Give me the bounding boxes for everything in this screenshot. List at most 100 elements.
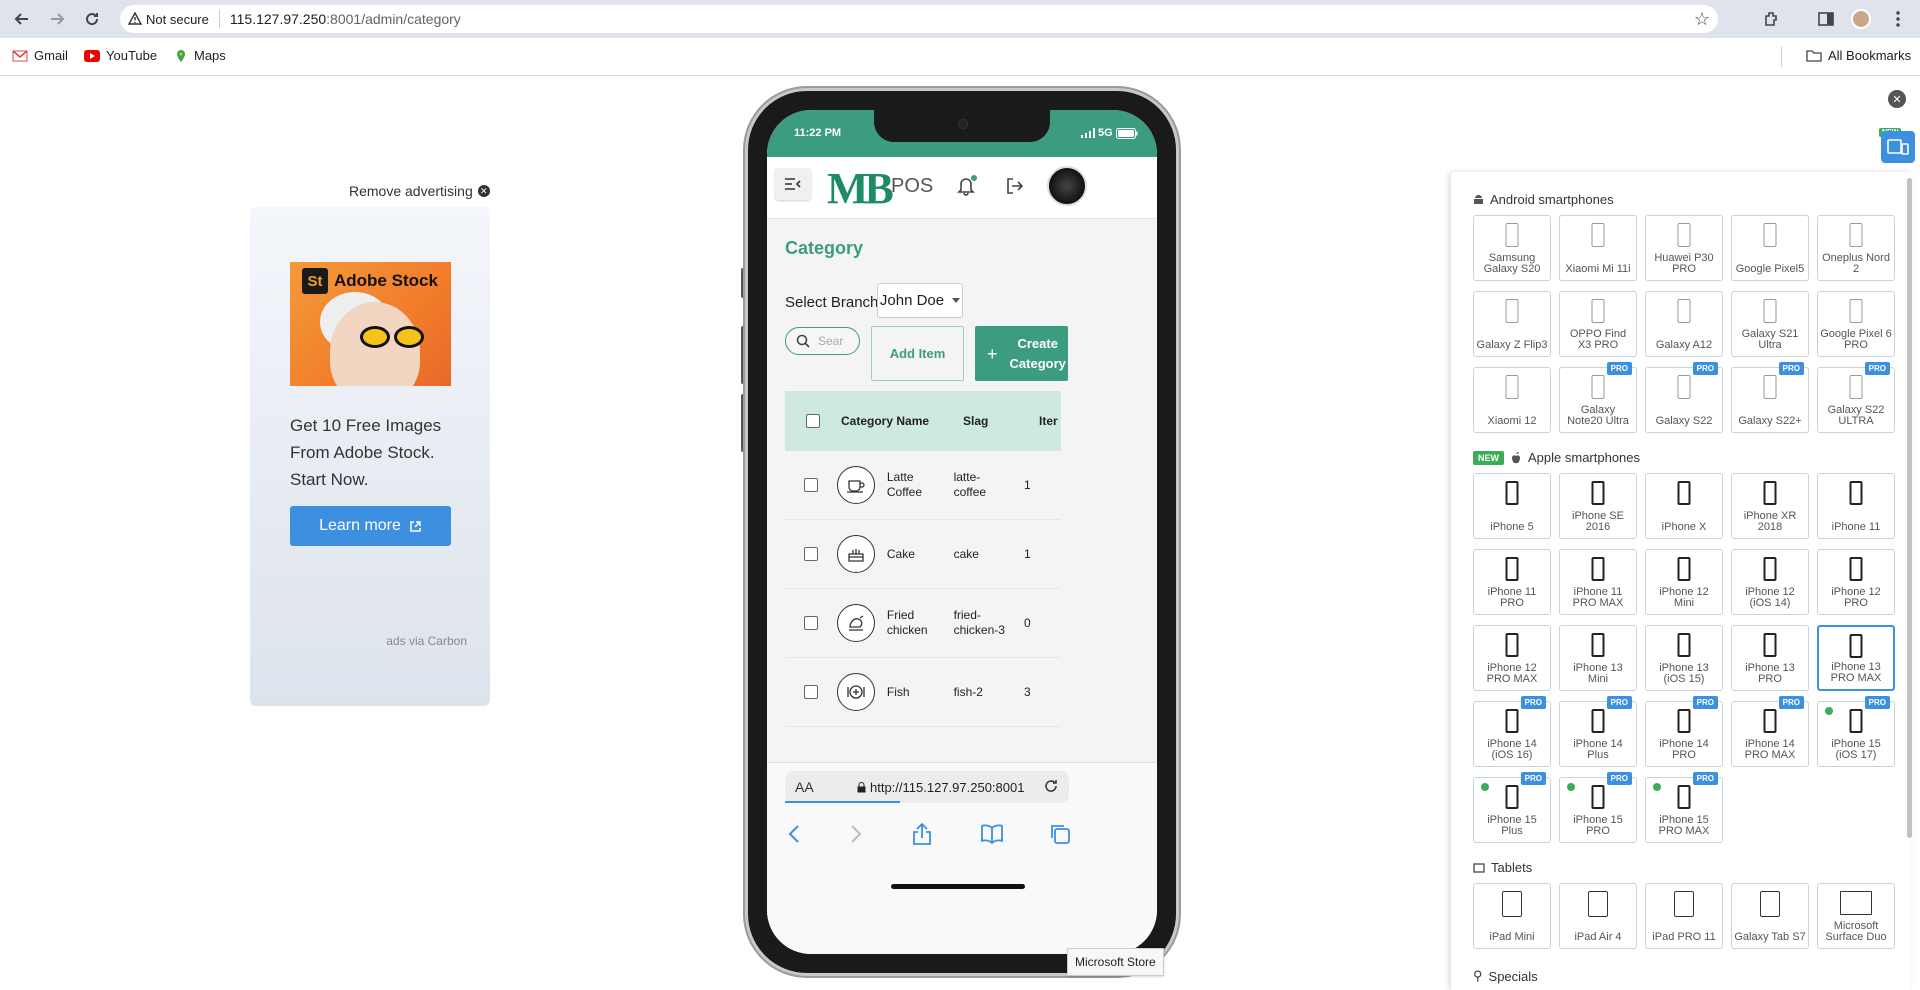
device-option[interactable]: iPhone 11 [1817,473,1895,539]
camera-icon [958,119,968,129]
back-icon[interactable] [781,821,807,847]
device-option[interactable]: Google Pixel5 [1731,215,1809,281]
device-panel-toggle[interactable] [1881,131,1915,163]
back-icon[interactable] [10,7,34,31]
tabs-icon[interactable] [1047,821,1073,847]
row-checkbox[interactable] [803,547,818,561]
device-option[interactable]: iPhone 11 PRO MAX [1559,549,1637,615]
device-option[interactable]: iPhone 5 [1473,473,1551,539]
device-option[interactable]: OPPO Find X3 PRO [1559,291,1637,357]
select-all-checkbox[interactable] [806,414,820,428]
url-text[interactable]: 115.127.97.250:8001/admin/category [230,11,461,27]
device-option[interactable]: Oneplus Nord 2 [1817,215,1895,281]
table-row[interactable]: Fried chicken fried-chicken-3 0 [785,589,1061,658]
device-option[interactable]: Galaxy Tab S7 [1731,883,1809,949]
column-header-name[interactable]: Category Name [841,414,963,428]
device-label: iPhone 13 (iOS 15) [1659,662,1709,685]
device-label: iPad Mini [1489,931,1535,943]
device-option[interactable]: Xiaomi Mi 11i [1559,215,1637,281]
device-option[interactable]: Google Pixel 6 PRO [1817,291,1895,357]
panel-scrollbar[interactable] [1907,178,1912,838]
device-option[interactable]: PRO Galaxy S22+ [1731,362,1809,433]
device-option[interactable]: PRO iPhone 14 PRO [1645,696,1723,767]
device-option[interactable]: Microsoft Surface Duo [1817,883,1895,949]
reader-aa-button[interactable]: AA [795,779,814,795]
device-option[interactable]: PRO iPhone 14 (iOS 16) [1473,696,1551,767]
device-option[interactable]: iPhone 12 PRO [1817,549,1895,615]
forward-icon[interactable] [843,821,869,847]
device-option[interactable]: iPad Air 4 [1559,883,1637,949]
logout-icon[interactable] [1005,176,1025,196]
device-option[interactable]: PRO iPhone 15 (iOS 17) [1817,696,1895,767]
device-option[interactable]: iPhone 13 (iOS 15) [1645,625,1723,691]
reload-icon[interactable] [1043,778,1059,794]
close-panel-icon[interactable]: ✕ [1888,90,1906,108]
device-option[interactable]: Samsung Galaxy S20 [1473,215,1551,281]
row-checkbox[interactable] [803,616,818,630]
device-outline-icon [1591,785,1605,809]
menu-toggle-button[interactable] [775,168,811,200]
device-option[interactable]: iPhone 11 PRO [1473,549,1551,615]
device-option[interactable]: iPhone XR 2018 [1731,473,1809,539]
device-label: iPhone XR 2018 [1743,510,1797,533]
side-panel-icon[interactable] [1815,8,1837,30]
remove-advertising-link[interactable]: Remove advertising ✕ [349,183,490,199]
row-checkbox[interactable] [803,685,818,699]
device-option[interactable]: iPhone SE 2016 [1559,473,1637,539]
device-option[interactable]: PRO iPhone 14 Plus [1559,696,1637,767]
bookmark-maps[interactable]: Maps [174,48,226,63]
table-row[interactable]: Latte Coffee latte-coffee 1 [785,451,1061,520]
learn-more-button[interactable]: Learn more [290,506,451,546]
row-checkbox[interactable] [803,478,818,492]
device-option[interactable]: Huawei P30 PRO [1645,215,1723,281]
not-secure-indicator[interactable]: Not secure [128,12,209,27]
column-header-items[interactable]: Iter [1039,414,1061,428]
bookmark-youtube[interactable]: YouTube [84,48,157,63]
device-option[interactable]: iPhone 12 PRO MAX [1473,625,1551,691]
ads-via-carbon[interactable]: ads via Carbon [386,634,467,648]
device-option[interactable]: Xiaomi 12 [1473,367,1551,433]
device-option[interactable]: iPhone 13 PRO MAX [1817,625,1895,691]
device-option[interactable]: PRO iPhone 15 PRO [1559,772,1637,843]
device-option[interactable]: Galaxy A12 [1645,291,1723,357]
profile-avatar-icon[interactable] [1850,8,1872,30]
app-logo[interactable]: MB [827,163,894,214]
add-item-button[interactable]: Add Item [871,326,964,381]
device-option[interactable]: Galaxy S21 Ultra [1731,291,1809,357]
device-label: iPhone 12 PRO [1831,586,1881,609]
more-menu-icon[interactable] [1887,8,1909,30]
device-option[interactable]: iPhone X [1645,473,1723,539]
search-input[interactable]: Sear [785,327,860,355]
ad-card[interactable]: St Adobe Stock Get 10 Free Images From A… [250,207,490,706]
device-outline-icon [1505,709,1519,733]
address-bar[interactable]: Not secure 115.127.97.250:8001/admin/cat… [120,5,1718,33]
device-option[interactable]: iPhone 13 PRO [1731,625,1809,691]
device-option[interactable]: PRO iPhone 14 PRO MAX [1731,696,1809,767]
table-row[interactable]: Fish fish-2 3 [785,658,1061,727]
table-row[interactable]: Cake cake 1 [785,520,1061,589]
forward-icon[interactable] [45,7,69,31]
device-option[interactable]: PRO iPhone 15 Plus [1473,772,1551,843]
user-avatar[interactable] [1047,166,1087,206]
column-header-slug[interactable]: Slag [963,414,1039,428]
safari-address-bar[interactable]: AA http://115.127.97.250:8001 [785,771,1069,803]
device-option[interactable]: PRO Galaxy S22 ULTRA [1817,362,1895,433]
bookmark-star-icon[interactable]: ☆ [1694,9,1710,30]
bookmarks-book-icon[interactable] [979,821,1005,847]
device-option[interactable]: iPad PRO 11 [1645,883,1723,949]
device-option[interactable]: PRO iPhone 15 PRO MAX [1645,772,1723,843]
device-option[interactable]: iPad Mini [1473,883,1551,949]
extensions-icon[interactable] [1761,8,1783,30]
bookmark-gmail[interactable]: Gmail [12,48,68,63]
device-option[interactable]: iPhone 12 Mini [1645,549,1723,615]
device-option[interactable]: Galaxy Z Flip3 [1473,291,1551,357]
create-category-button[interactable]: + Create Category [975,326,1068,381]
share-icon[interactable] [909,821,935,847]
reload-icon[interactable] [80,7,104,31]
all-bookmarks[interactable]: All Bookmarks [1806,48,1911,63]
device-option[interactable]: iPhone 12 (iOS 14) [1731,549,1809,615]
device-option[interactable]: PRO Galaxy Note20 Ultra [1559,362,1637,433]
branch-select[interactable]: John Doe [877,283,963,318]
device-option[interactable]: iPhone 13 Mini [1559,625,1637,691]
device-option[interactable]: PRO Galaxy S22 [1645,362,1723,433]
